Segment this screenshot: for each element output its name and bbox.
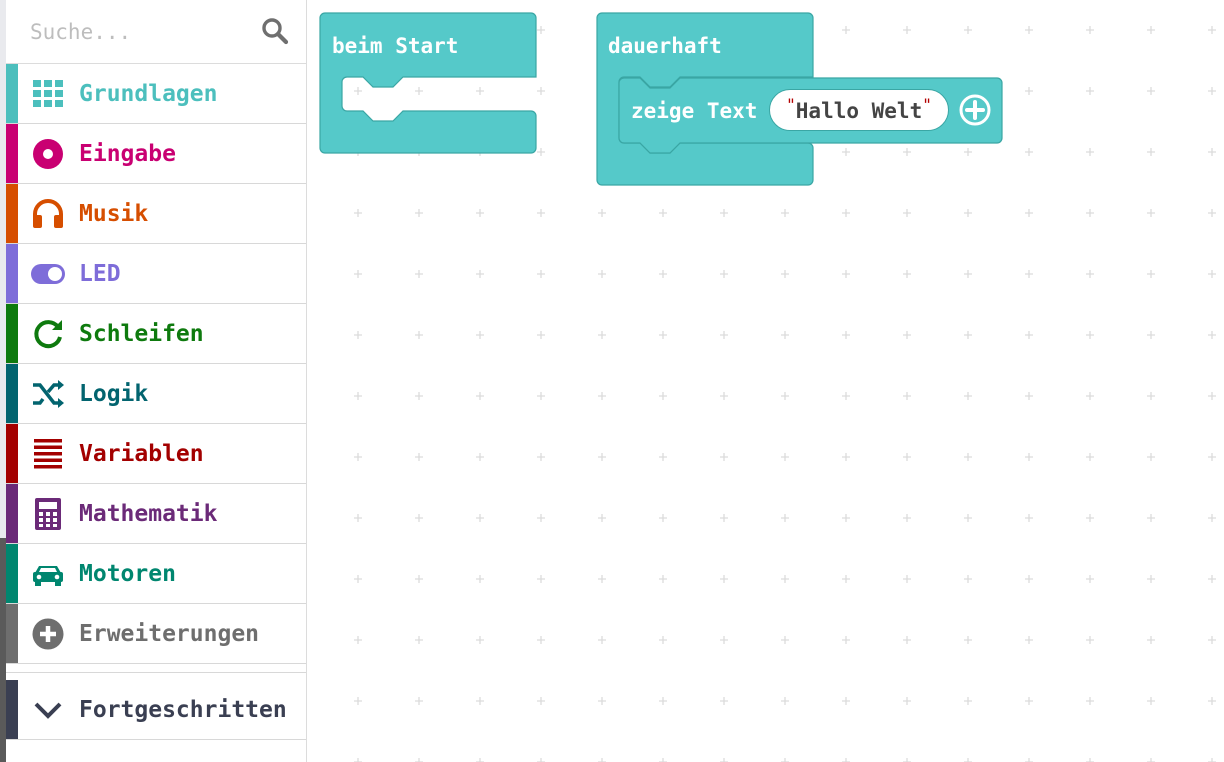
string-value-field[interactable]: "Hallo Welt" — [769, 89, 949, 131]
string-value: Hallo Welt — [795, 99, 923, 123]
category-label: Variablen — [79, 441, 204, 467]
category-color-stripe — [6, 64, 18, 123]
category-label: Schleifen — [79, 321, 204, 347]
category-advanced-toggle[interactable]: Fortgeschritten — [6, 680, 306, 740]
category-erweiterungen[interactable]: Erweiterungen — [6, 604, 306, 664]
category-motoren[interactable]: Motoren — [6, 544, 306, 604]
category-color-stripe — [6, 244, 18, 303]
category-mathematik[interactable]: Mathematik — [6, 484, 306, 544]
toolbox-divider — [6, 664, 306, 673]
on-start-label: beim Start — [332, 34, 459, 58]
calculator-icon — [35, 498, 61, 530]
category-label: Grundlagen — [79, 81, 218, 107]
target-circle-icon — [33, 139, 63, 169]
open-quote: " — [786, 95, 796, 114]
category-color-stripe — [6, 304, 18, 363]
toolbox: Grundlagen Eingabe Musik LED — [0, 0, 307, 762]
category-color-stripe — [6, 604, 18, 663]
category-label: Fortgeschritten — [79, 697, 287, 723]
category-label: Logik — [79, 381, 149, 407]
category-label: Eingabe — [79, 141, 176, 167]
category-color-stripe — [6, 680, 18, 739]
category-musik[interactable]: Musik — [6, 184, 306, 244]
category-color-stripe — [6, 484, 18, 543]
chevron-down-icon — [34, 702, 62, 719]
close-quote: " — [922, 95, 932, 114]
category-color-stripe — [6, 124, 18, 183]
category-schleifen[interactable]: Schleifen — [6, 304, 306, 364]
category-label: Musik — [79, 201, 149, 227]
forever-label: dauerhaft — [608, 34, 722, 58]
category-label: Motoren — [79, 561, 176, 587]
category-label: Erweiterungen — [79, 621, 260, 647]
plus-circle-icon — [32, 618, 64, 650]
category-variablen[interactable]: Variablen — [6, 424, 306, 484]
category-color-stripe — [6, 424, 18, 483]
category-grundlagen[interactable]: Grundlagen — [6, 64, 306, 124]
car-icon — [33, 566, 63, 586]
grid-icon — [33, 80, 63, 107]
search-icon[interactable] — [260, 16, 290, 46]
shuffle-icon — [33, 380, 64, 408]
category-color-stripe — [6, 184, 18, 243]
category-color-stripe — [6, 544, 18, 603]
category-label: Mathematik — [79, 501, 218, 527]
toggle-icon — [31, 264, 65, 284]
search-input[interactable] — [30, 14, 250, 50]
list-lines-icon — [34, 439, 62, 469]
category-label: LED — [79, 261, 121, 287]
show-string-label: zeige Text — [631, 99, 758, 123]
category-logik[interactable]: Logik — [6, 364, 306, 424]
refresh-loop-icon — [34, 320, 62, 349]
headphones-icon — [33, 199, 63, 228]
plus-circle-icon[interactable] — [958, 93, 992, 127]
category-led[interactable]: LED — [6, 244, 306, 304]
category-eingabe[interactable]: Eingabe — [6, 124, 306, 184]
category-color-stripe — [6, 364, 18, 423]
toolbox-search — [6, 0, 306, 64]
